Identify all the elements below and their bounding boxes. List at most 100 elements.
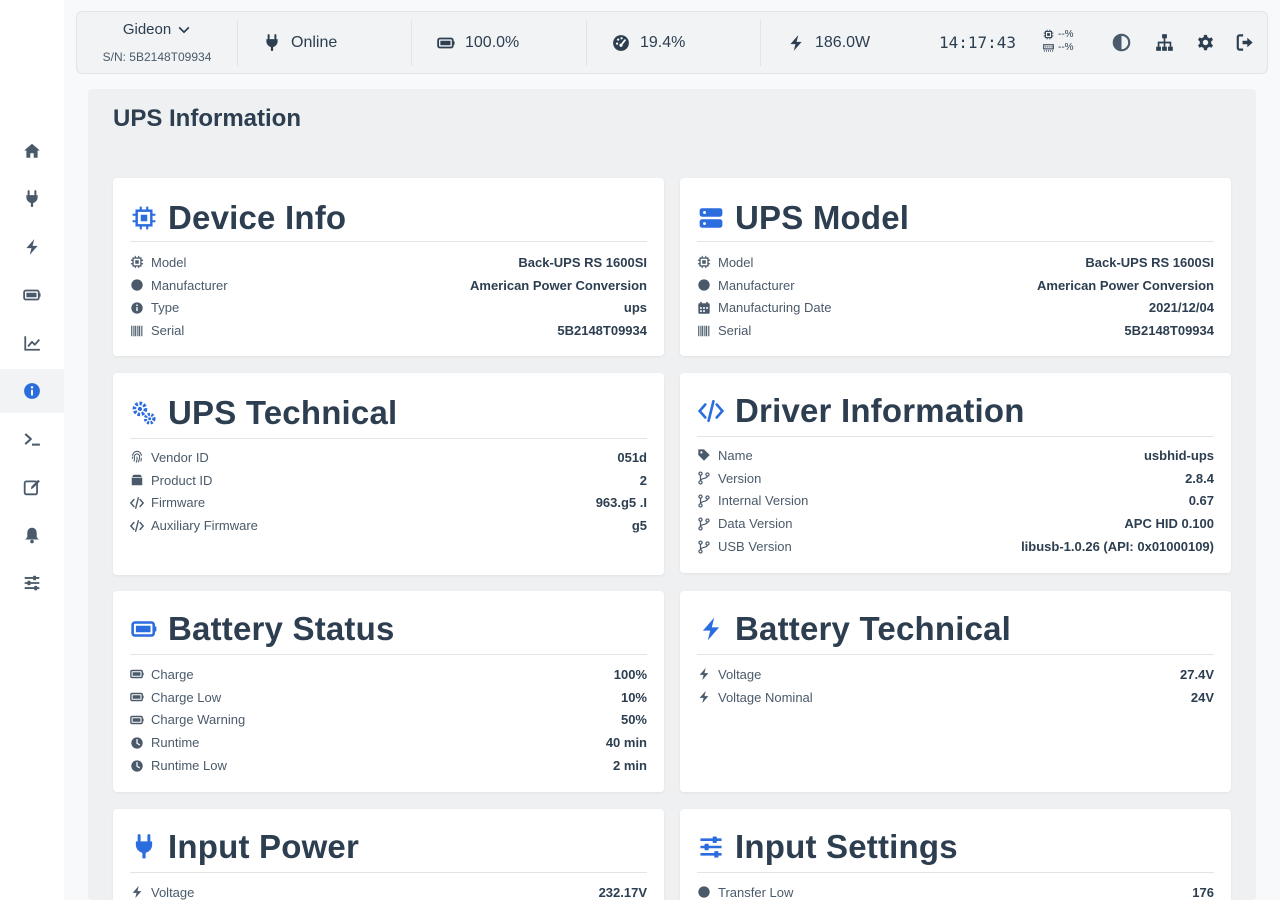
card-driver-information: Driver Information Name usbhid-ups Versio… <box>680 373 1231 573</box>
card-title: Device Info <box>168 198 347 236</box>
row-value: 5B2148T09934 <box>557 323 647 339</box>
sidebar-item-info[interactable] <box>0 369 64 413</box>
row-value: 176 <box>1192 884 1214 900</box>
sidebar-item-energy[interactable] <box>0 225 64 269</box>
power-value: 186.0W <box>815 33 871 51</box>
row-value: American Power Conversion <box>1037 277 1214 293</box>
calendar-icon <box>698 301 710 314</box>
info-rows: Voltage 232.17V <box>130 881 647 900</box>
card-title: Input Settings <box>735 827 958 865</box>
info-row: Auxiliary Firmware g5 <box>130 514 647 537</box>
row-value: Back-UPS RS 1600SI <box>518 254 647 270</box>
sidebar-item-settings[interactable] <box>0 561 64 605</box>
terminal-icon <box>24 433 40 446</box>
info-rows: Transfer Low 176 <box>697 881 1214 900</box>
device-name[interactable]: Gideon <box>77 21 237 38</box>
row-value: APC HID 0.100 <box>1124 516 1214 532</box>
info-icon <box>131 302 143 314</box>
row-value: 963.g5 .I <box>595 495 647 511</box>
info-row: Name usbhid-ups <box>697 444 1214 467</box>
info-row: Product ID 2 <box>130 469 647 492</box>
device-selector[interactable]: Gideon S/N: 5B2148T09934 <box>77 12 237 73</box>
divider <box>411 20 412 66</box>
row-label: Firmware <box>151 495 206 511</box>
status-online: Online <box>263 12 337 73</box>
row-value: usbhid-ups <box>1143 447 1214 463</box>
row-value: 50% <box>620 712 647 728</box>
row-label: Version <box>718 470 762 486</box>
row-label: Transfer Low <box>718 884 794 900</box>
info-rows: Model Back-UPS RS 1600SI Manufacturer Amer… <box>697 251 1214 342</box>
info-row: USB Version libusb-1.0.26 (API: 0x0100010… <box>697 535 1214 558</box>
divider <box>586 20 587 66</box>
content-area: UPS Information Device Info Model Back-UP… <box>88 89 1256 900</box>
divider <box>760 20 761 66</box>
row-label: Runtime Low <box>151 758 227 774</box>
theme-toggle-button[interactable] <box>1111 32 1131 52</box>
sidebar-item-console[interactable] <box>0 417 64 461</box>
sliders-icon <box>24 575 40 591</box>
battery-icon <box>23 289 41 301</box>
gears-icon <box>130 399 158 427</box>
network-button[interactable] <box>1154 32 1174 52</box>
card-header: Battery Technical <box>697 603 1214 655</box>
sidebar-item-charts[interactable] <box>0 321 64 365</box>
info-row: Runtime Low 2 min <box>130 754 647 777</box>
info-row: Internal Version 0.67 <box>697 490 1214 513</box>
branch-icon <box>698 517 710 531</box>
info-row: Manufacturer American Power Conversion <box>697 274 1214 297</box>
row-label: Internal Version <box>718 493 809 509</box>
contrast-icon <box>1112 33 1130 51</box>
server-icon <box>697 204 725 232</box>
info-rows: Model Back-UPS RS 1600SI Manufacturer Amer… <box>130 251 647 342</box>
battery-value: 100.0% <box>465 33 520 51</box>
row-label: Serial <box>151 323 185 339</box>
card-title: Driver Information <box>735 391 1025 429</box>
row-value: 2.8.4 <box>1185 470 1214 486</box>
card-title: Battery Status <box>168 609 395 647</box>
row-value: Back-UPS RS 1600SI <box>1085 254 1214 270</box>
info-row: Voltage Nominal 24V <box>697 686 1214 709</box>
row-value: 100% <box>613 666 647 682</box>
info-row: Transfer Low 176 <box>697 881 1214 900</box>
row-value: 27.4V <box>1180 666 1214 682</box>
bolt-icon <box>699 668 709 681</box>
sidebar-item-home[interactable] <box>0 129 64 173</box>
barcode-icon <box>131 325 143 337</box>
sliders-icon <box>697 833 725 861</box>
card-header: UPS Technical <box>130 387 647 439</box>
sidebar <box>0 0 64 900</box>
circle-icon <box>698 279 710 291</box>
device-name-label: Gideon <box>122 21 172 38</box>
card-title: UPS Technical <box>168 393 398 431</box>
sidebar-item-power[interactable] <box>0 177 64 221</box>
cpu-value: --% <box>1058 29 1074 40</box>
home-icon <box>24 143 40 158</box>
card-header: Input Settings <box>697 821 1214 873</box>
card-battery-status: Battery Status Charge 100% Charge Low 10% … <box>113 591 664 792</box>
status-load: 19.4% <box>612 12 685 73</box>
battery-icon <box>130 715 144 725</box>
clock-icon <box>131 737 143 749</box>
row-label: Model <box>151 254 187 270</box>
row-label: Type <box>151 300 180 316</box>
bolt-icon <box>699 691 709 704</box>
info-row: Charge 100% <box>130 663 647 686</box>
network-icon <box>1155 33 1173 51</box>
battery-icon <box>130 615 158 643</box>
settings-button[interactable] <box>1195 32 1215 52</box>
logout-button[interactable] <box>1235 32 1255 52</box>
sidebar-item-battery[interactable] <box>0 273 64 317</box>
info-rows: Voltage 27.4V Voltage Nominal 24V <box>697 663 1214 709</box>
sidebar-item-notifications[interactable] <box>0 513 64 557</box>
memory-icon <box>1043 44 1054 52</box>
battery-icon <box>437 37 455 48</box>
bolt-icon <box>132 886 142 899</box>
card-header: Driver Information <box>697 385 1214 437</box>
row-label: Runtime <box>151 735 200 751</box>
clock-icon <box>131 759 143 772</box>
sidebar-item-edit[interactable] <box>0 465 64 509</box>
row-label: Voltage Nominal <box>718 689 813 705</box>
fingerprint-icon <box>131 451 142 464</box>
card-input-settings: Input Settings Transfer Low 176 <box>680 809 1231 900</box>
